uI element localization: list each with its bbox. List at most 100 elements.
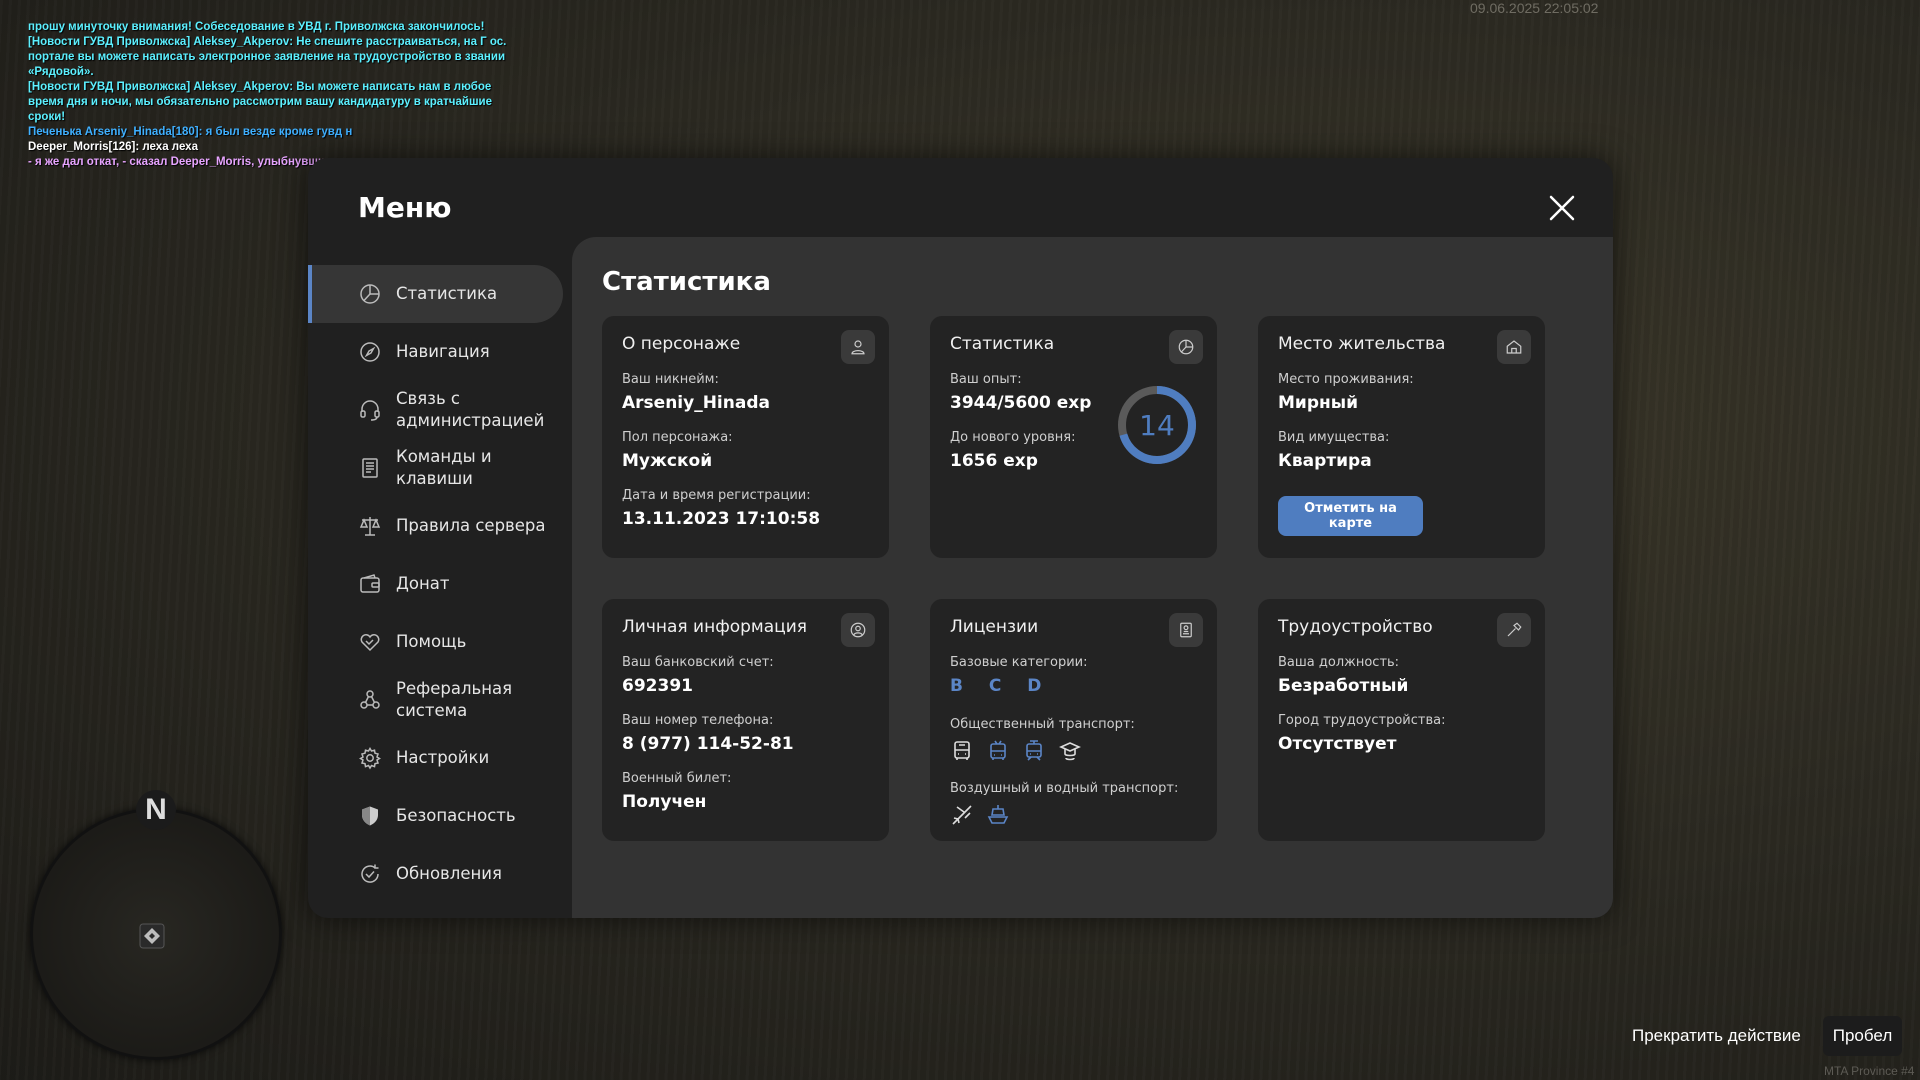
- wallet-icon: [360, 574, 380, 593]
- field-position: Ваша должность: Безработный: [1278, 655, 1408, 696]
- sidebar-item-settings[interactable]: Настройки: [308, 729, 563, 787]
- card-stats: Статистика Ваш опыт: 3944/5600 exp До но…: [930, 316, 1217, 558]
- sidebar-item-rules[interactable]: Правила сервера: [308, 497, 563, 555]
- timestamp: 09.06.2025 22:05:02: [1470, 0, 1599, 16]
- hammer-icon: [1497, 613, 1531, 647]
- level-progress-ring: 14: [1118, 386, 1196, 464]
- field-value: 8 (977) 114-52-81: [622, 734, 794, 754]
- field-air-water-transport: Воздушный и водный транспорт:: [950, 781, 1178, 827]
- refresh-check-icon: [361, 864, 379, 883]
- field-label: Общественный транспорт:: [950, 717, 1135, 732]
- field-experience: Ваш опыт: 3944/5600 exp: [950, 372, 1091, 413]
- field-value: 13.11.2023 17:10:58: [622, 509, 821, 529]
- instructor-cap-icon: [1059, 742, 1081, 761]
- card-title: Трудоустройство: [1278, 617, 1433, 637]
- handshake-heart-icon: [360, 634, 380, 652]
- chat-line: [Новости ГУВД Приволжска] Aleksey_Akpero…: [28, 81, 496, 123]
- chat-line: Печенька Arseniy_Hinada[180]: я был везд…: [28, 126, 353, 138]
- field-label: Город трудоустройства:: [1278, 713, 1446, 728]
- field-military-id: Военный билет: Получен: [622, 771, 731, 812]
- field-value: Arseniy_Hinada: [622, 393, 770, 413]
- sidebar-item-statistics[interactable]: Статистика: [308, 265, 563, 323]
- referral-icon: [360, 690, 380, 709]
- field-employment-city: Город трудоустройства: Отсутствует: [1278, 713, 1445, 754]
- content-title: Статистика: [602, 267, 771, 297]
- bus-icon: [954, 741, 970, 760]
- card-title: Место жительства: [1278, 334, 1446, 354]
- shield-icon: [362, 806, 378, 826]
- field-bank-account: Ваш банковский счет: 692391: [622, 655, 774, 696]
- user-circle-icon: [841, 613, 875, 647]
- field-label: Ваша должность:: [1278, 655, 1400, 670]
- compass-icon: [360, 342, 380, 362]
- sidebar-item-label: Правила сервера: [396, 516, 546, 535]
- hint-key-button[interactable]: Пробел: [1823, 1016, 1902, 1056]
- sidebar-item-label: Обновления: [396, 864, 502, 883]
- menu-title: Меню: [358, 191, 452, 224]
- field-registration-date: Дата и время регистрации: 13.11.2023 17:…: [622, 488, 820, 529]
- card-personal-info: Личная информация Ваш банковский счет: 6…: [602, 599, 889, 841]
- hint-label: Прекратить действие: [1632, 1026, 1801, 1045]
- chat-line: прошу минуточку внимания! Собеседование …: [28, 21, 485, 33]
- headset-icon: [360, 400, 380, 421]
- document-icon: [362, 458, 378, 478]
- field-nickname: Ваш никнейм: Arseniy_Hinada: [622, 372, 770, 413]
- gear-icon: [359, 747, 381, 770]
- card-licenses: Лицензии Базовые категории: B C D Общест…: [930, 599, 1217, 841]
- field-label: Место проживания:: [1278, 372, 1414, 387]
- field-value: 3944/5600 exp: [950, 393, 1092, 413]
- field-value: 1656 exp: [950, 451, 1038, 471]
- content-panel: Статистика О персонаже Ваш никнейм: Arse…: [572, 237, 1613, 918]
- field-value: Отсутствует: [1278, 734, 1397, 754]
- field-label: Ваш банковский счет:: [622, 655, 774, 670]
- card-title: О персонаже: [622, 334, 741, 354]
- user-icon: [841, 330, 875, 364]
- server-tag: MTA Province #4: [1824, 1064, 1915, 1078]
- field-value: 692391: [622, 676, 693, 696]
- sidebar-item-updates[interactable]: Обновления: [308, 845, 563, 903]
- sidebar-item-label: Настройки: [396, 748, 490, 767]
- sidebar-item-referral[interactable]: Реферальная система: [308, 671, 563, 729]
- field-value: Квартира: [1278, 451, 1372, 471]
- chat-log: прошу минуточку внимания! Собеседование …: [28, 20, 508, 170]
- sidebar-item-navigation[interactable]: Навигация: [308, 323, 563, 381]
- sidebar-item-admin-contact[interactable]: Связь с администрацией: [308, 381, 563, 439]
- home-icon: [1497, 330, 1531, 364]
- sidebar-item-security[interactable]: Безопасность: [308, 787, 563, 845]
- airplane-icon: [952, 805, 972, 825]
- player-marker-icon: [139, 923, 165, 949]
- field-label: До нового уровня:: [950, 430, 1076, 445]
- sidebar: Статистика Навигация Связь с администрац…: [308, 265, 563, 903]
- mark-on-map-button[interactable]: Отметить на карте: [1278, 496, 1423, 536]
- chat-line: [Новости ГУВД Приволжска] Aleksey_Akpero…: [28, 36, 510, 78]
- sidebar-item-label: Команды и клавиши: [396, 447, 492, 488]
- field-residence-place: Место проживания: Мирный: [1278, 372, 1414, 413]
- close-icon[interactable]: [1546, 192, 1578, 224]
- sidebar-item-label: Связь с администрацией: [396, 389, 545, 430]
- sidebar-item-donate[interactable]: Донат: [308, 555, 563, 613]
- field-base-categories: Базовые категории: B C D: [950, 655, 1088, 696]
- card-title: Статистика: [950, 334, 1055, 354]
- sidebar-item-help[interactable]: Помощь: [308, 613, 563, 671]
- card-character: О персонаже Ваш никнейм: Arseniy_Hinada …: [602, 316, 889, 558]
- pie-chart-icon: [360, 284, 380, 304]
- field-label: Пол персонажа:: [622, 430, 733, 445]
- boat-icon: [987, 805, 1009, 824]
- chat-line: Deeper_Morris[126]: леха леха: [28, 141, 198, 153]
- sidebar-item-commands[interactable]: Команды и клавиши: [308, 439, 563, 497]
- license-categories: B C D: [950, 676, 1052, 696]
- sidebar-item-label: Помощь: [396, 632, 467, 651]
- field-label: Базовые категории:: [950, 655, 1088, 670]
- field-label: Воздушный и водный транспорт:: [950, 781, 1179, 796]
- field-value: Получен: [622, 792, 707, 812]
- license-card-icon: [1169, 613, 1203, 647]
- menu-window: Меню Статистика Навигация Связь с админи…: [308, 158, 1613, 918]
- field-label: Ваш опыт:: [950, 372, 1022, 387]
- sidebar-item-label: Донат: [396, 574, 450, 593]
- sidebar-item-label: Реферальная система: [396, 679, 513, 720]
- card-residence: Место жительства Место проживания: Мирны…: [1258, 316, 1545, 558]
- sidebar-item-label: Статистика: [396, 284, 498, 303]
- field-value: Мирный: [1278, 393, 1359, 413]
- trolleybus-icon: [990, 740, 1006, 760]
- field-phone: Ваш номер телефона: 8 (977) 114-52-81: [622, 713, 794, 754]
